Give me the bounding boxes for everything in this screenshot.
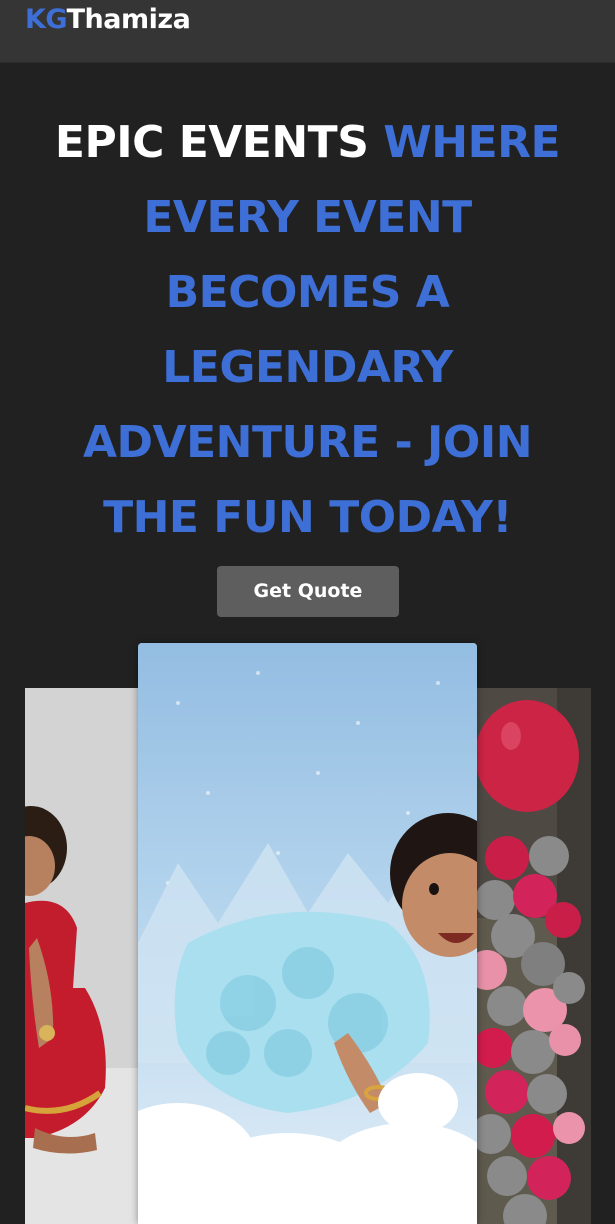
gallery-slide-girl-in-red-dress[interactable] <box>25 688 138 1224</box>
balloon-column-photo <box>477 688 591 1224</box>
get-quote-button[interactable]: Get Quote <box>217 566 399 617</box>
gallery-slide-balloon-column[interactable] <box>477 688 591 1224</box>
hero-title: EPIC EVENTS WHERE EVERY EVENT BECOMES A … <box>30 105 585 555</box>
hero-title-highlight: EPIC EVENTS <box>54 117 369 168</box>
girl-in-red-dress-photo <box>25 688 138 1224</box>
logo-name: Thamiza <box>66 4 191 35</box>
gallery-slide-baby-in-blue[interactable] <box>138 643 477 1224</box>
hero-title-rest: WHERE EVERY EVENT BECOMES A LEGENDARY AD… <box>82 117 561 543</box>
baby-in-blue-dress-cloud-photo <box>138 643 477 1224</box>
navbar: KGThamiza <box>0 0 615 63</box>
logo-prefix: KG <box>25 4 67 35</box>
site-logo[interactable]: KGThamiza <box>25 2 191 38</box>
